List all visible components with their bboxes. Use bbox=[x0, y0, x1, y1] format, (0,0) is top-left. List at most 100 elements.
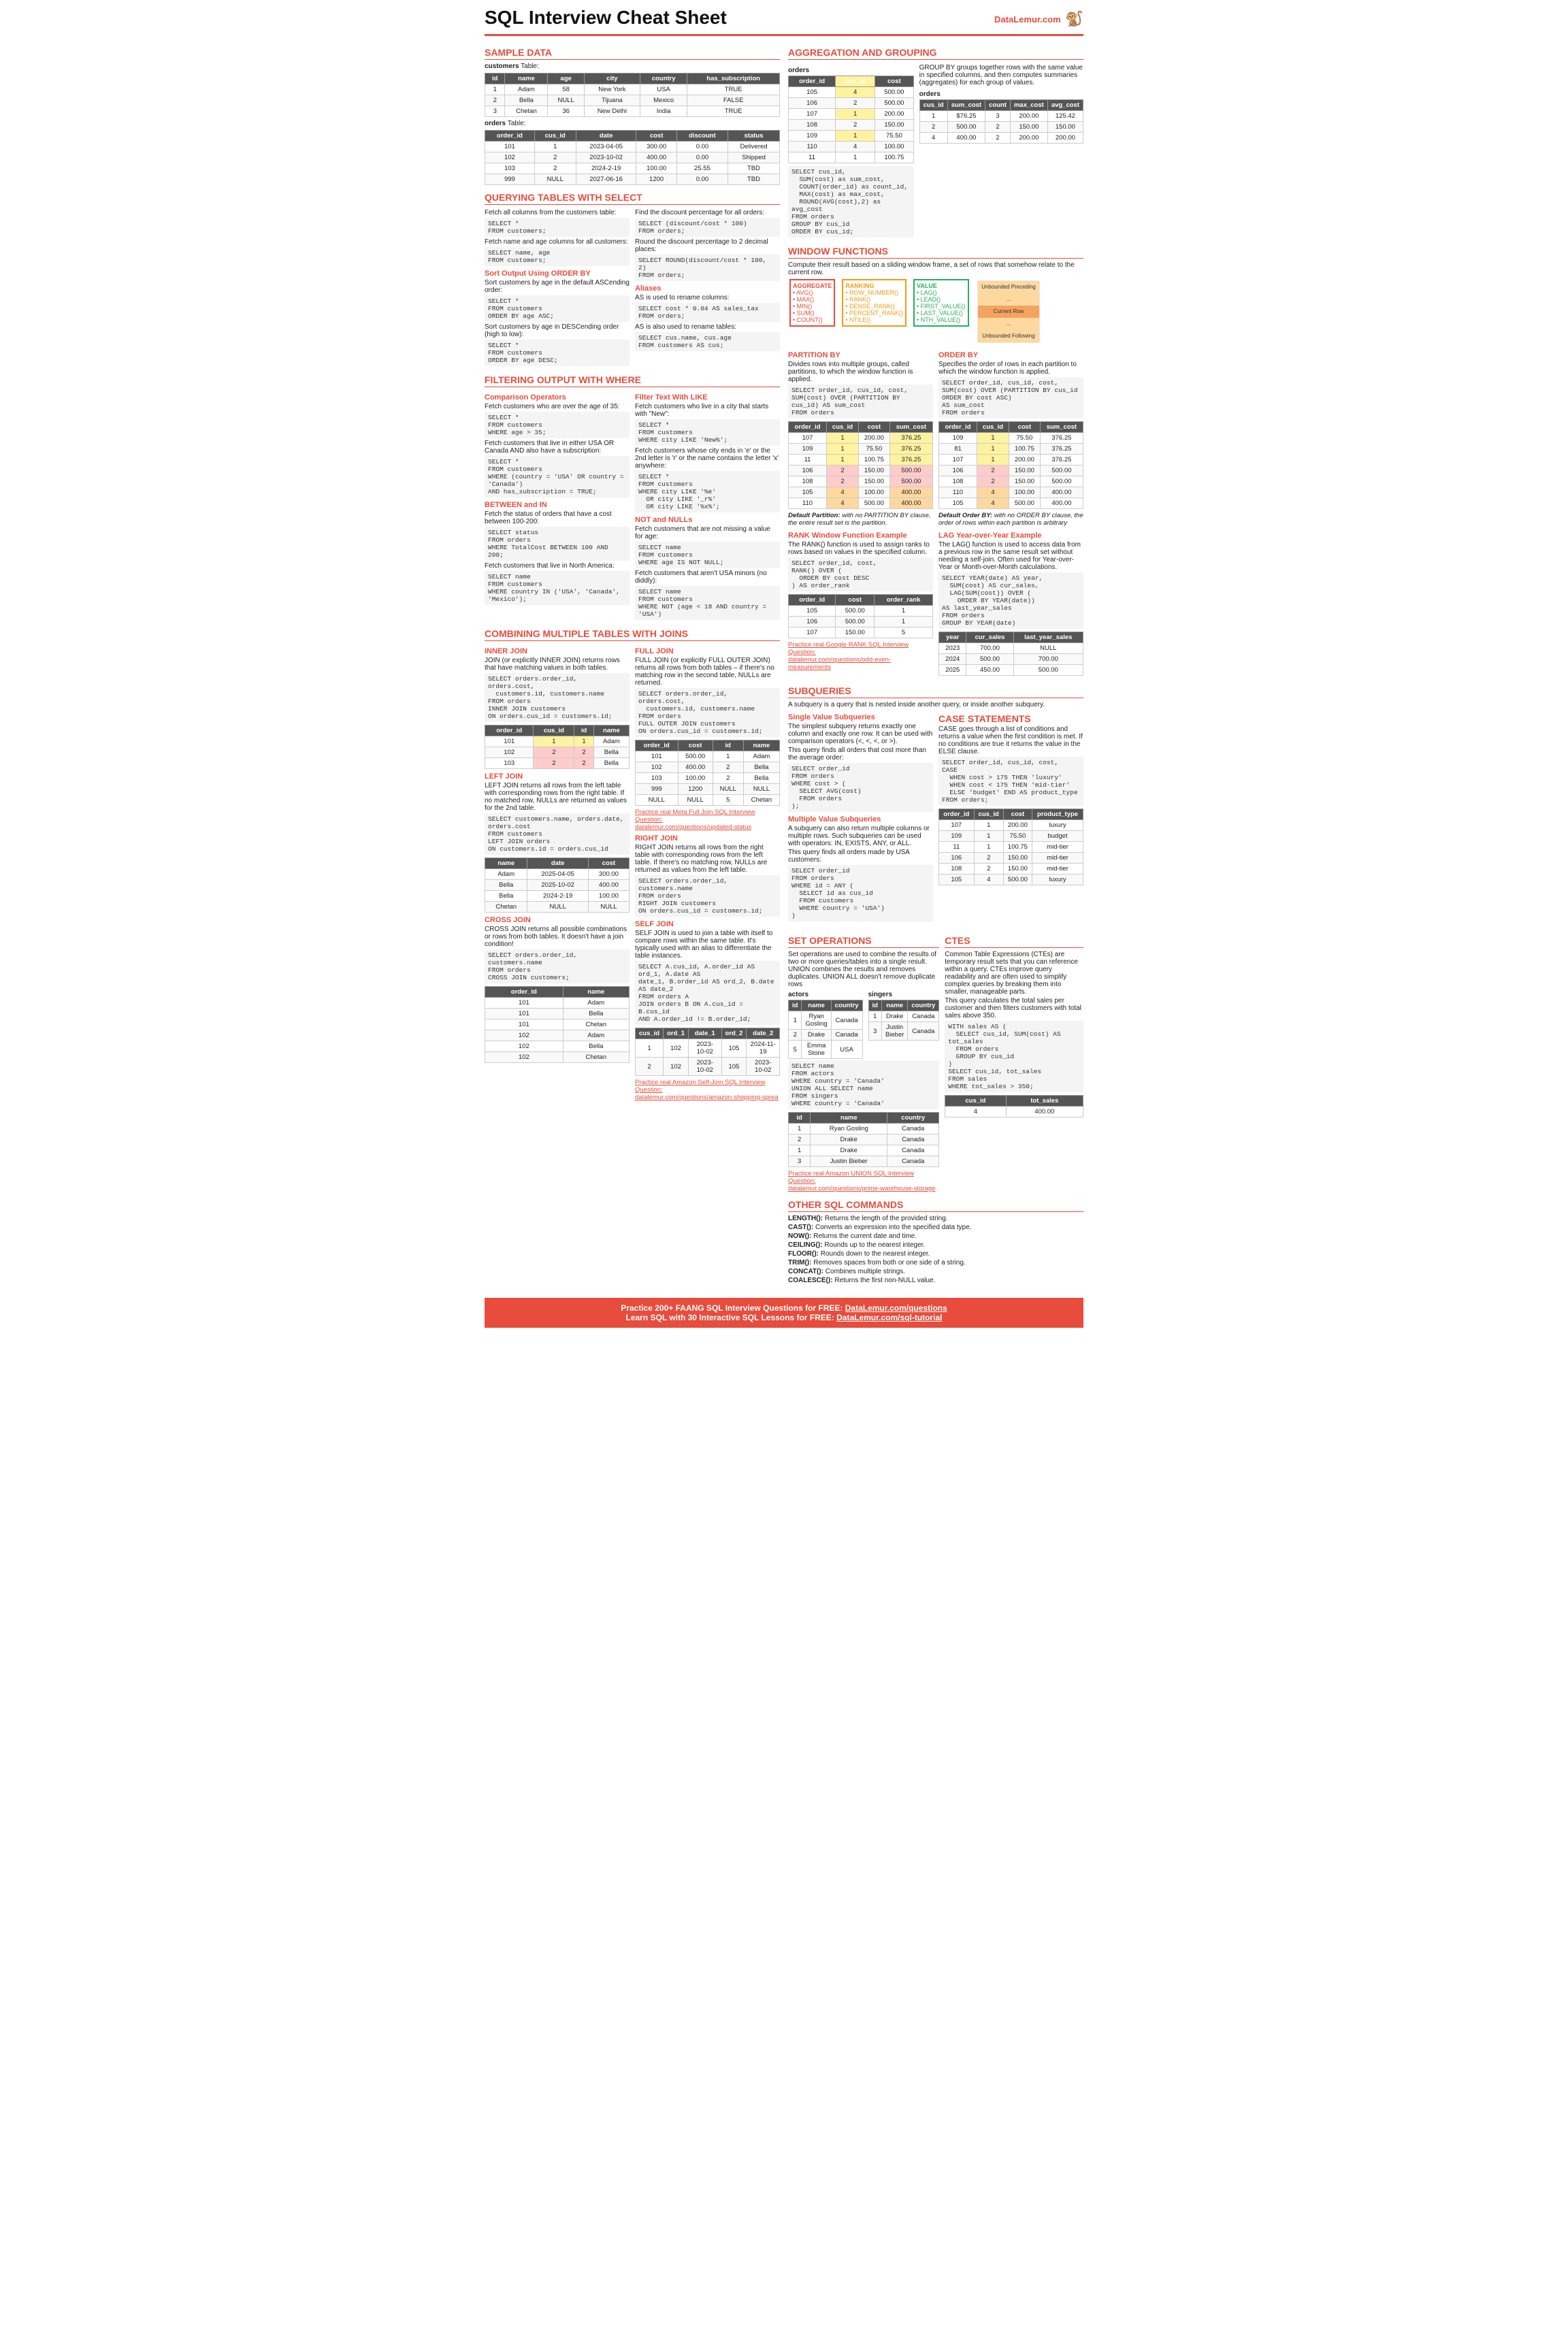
left-join-title: LEFT JOIN bbox=[485, 772, 630, 781]
monkey-icon: 🐒 bbox=[1065, 10, 1083, 28]
table-row: 109175.50376.25 bbox=[789, 444, 933, 455]
usa-canada-label: Fetch customers that live in either USA … bbox=[485, 440, 630, 455]
window-section: WINDOW FUNCTIONS Compute their result ba… bbox=[788, 246, 1083, 679]
table-row: 21022023-10-021052023-10-02 bbox=[636, 1058, 780, 1076]
table-row: 1071200.00376.25 bbox=[939, 455, 1083, 466]
lag-example-code: SELECT YEAR(date) AS year, SUM(cost) AS … bbox=[938, 572, 1083, 629]
table-row: 1054500.00luxury bbox=[939, 875, 1083, 885]
inner-join-result: order_idcus_ididname 10111Adam 10222Bell… bbox=[485, 725, 630, 769]
subqueries-right: CASE STATEMENTS CASE goes through a list… bbox=[938, 710, 1083, 923]
union-result-table: idnamecountry 1Ryan GoslingCanada 2Drake… bbox=[788, 1112, 939, 1167]
actors-label: actors bbox=[788, 991, 863, 998]
querying-section: QUERYING TABLES WITH SELECT Fetch all co… bbox=[485, 192, 780, 368]
table-row: 3Justin BieberCanada bbox=[868, 1022, 939, 1041]
table-row: 4400.00 bbox=[945, 1107, 1083, 1117]
inner-join-title: INNER JOIN bbox=[485, 647, 630, 655]
subqueries-section: SUBQUERIES A subquery is a query that is… bbox=[788, 685, 1083, 923]
order-by-window-code: SELECT order_id, cus_id, cost, SUM(cost)… bbox=[938, 377, 1083, 419]
table-row: 107150.005 bbox=[789, 627, 933, 638]
footer-line1: Practice 200+ FAANG SQL Interview Questi… bbox=[490, 1303, 1078, 1313]
coalesce-desc: COALESCE(): Returns the first non-NULL v… bbox=[788, 1277, 1083, 1284]
inner-join-table: order_idcus_ididname 10111Adam 10222Bell… bbox=[485, 725, 630, 769]
table-row: 1082150.00500.00 bbox=[939, 476, 1083, 487]
table-row: 111100.75mid-tier bbox=[939, 842, 1083, 853]
page-header: SQL Interview Cheat Sheet DataLemur.com … bbox=[485, 7, 1083, 36]
rank-example-table: order_idcostorder_rank 105500.001 106500… bbox=[788, 594, 933, 638]
table-row: Bella2025-10-02400.00 bbox=[485, 880, 630, 891]
table-row: 109175.50376.25 bbox=[939, 433, 1083, 444]
table-row: 5Emma StoneUSA bbox=[789, 1041, 863, 1059]
set-ops-section: SET OPERATIONS Set operations are used t… bbox=[788, 930, 939, 1194]
window-diagram: Unbounded Preceding ... Current Row ... … bbox=[975, 278, 1083, 348]
discount-label: Find the discount percentage for all ord… bbox=[635, 209, 780, 216]
cross-join-title: CROSS JOIN bbox=[485, 916, 630, 924]
filtering-content: Comparison Operators Fetch customers who… bbox=[485, 390, 780, 621]
table-row: Bella2024-2-19100.00 bbox=[485, 891, 630, 902]
cross-join-result: order_idname 101Adam 101Bella 101Chetan … bbox=[485, 986, 630, 1063]
footer-link1[interactable]: DataLemur.com/questions bbox=[845, 1303, 947, 1313]
full-join-practice-link[interactable]: Practice real Meta Full Join SQL Intervi… bbox=[635, 808, 780, 831]
group-by-result-wrapper: orders cus_idsum_costcountmax_costavg_co… bbox=[919, 89, 1083, 144]
full-join-desc: FULL JOIN (or explicitly FULL OUTER JOIN… bbox=[635, 657, 780, 687]
rank-example-title: RANK Window Function Example bbox=[788, 532, 933, 540]
ctes-result-wrapper: cus_idtot_sales 4400.00 bbox=[945, 1095, 1083, 1117]
col-country: country bbox=[640, 74, 687, 84]
table-row: 1062500.00 bbox=[789, 98, 914, 109]
aggregation-right: GROUP BY groups together rows with the s… bbox=[919, 63, 1083, 239]
left-join-desc: LEFT JOIN returns all rows from the left… bbox=[485, 782, 630, 812]
singers-table: idnamecountry 1DrakeCanada 3Justin Biebe… bbox=[868, 1000, 940, 1041]
logo-text[interactable]: DataLemur.com bbox=[994, 14, 1061, 24]
single-value-desc: The simplest subquery returns exactly on… bbox=[788, 723, 933, 745]
lag-example-title: LAG Year-over-Year Example bbox=[938, 532, 1083, 540]
case-code: SELECT order_id, cus_id, cost, CASE WHEN… bbox=[938, 757, 1083, 806]
window-svg: Unbounded Preceding ... Current Row ... … bbox=[975, 278, 1043, 346]
groupby-desc: GROUP BY groups together rows with the s… bbox=[919, 64, 1083, 86]
table-row: 1104500.00400.00 bbox=[789, 498, 933, 509]
querying-left: Fetch all columns from the customers tab… bbox=[485, 208, 630, 368]
footer-link2[interactable]: DataLemur.com/sql-tutorial bbox=[836, 1313, 942, 1322]
table-row: 111100.75376.25 bbox=[789, 455, 933, 466]
table-row: 111100.75 bbox=[789, 152, 914, 163]
window-partition-order: PARTITION BY Divides rows into multiple … bbox=[788, 348, 1083, 528]
table-row: 811100.75376.25 bbox=[939, 444, 1083, 455]
orders-result-label: orders bbox=[919, 91, 1083, 98]
table-row: 105500.001 bbox=[789, 606, 933, 617]
rank-example-result: order_idcostorder_rank 105500.001 106500… bbox=[788, 594, 933, 638]
table-row: 10111Adam bbox=[485, 736, 630, 747]
right-join-desc: RIGHT JOIN returns all rows from the rig… bbox=[635, 844, 780, 874]
col-subscription: has_subscription bbox=[687, 74, 780, 84]
table-row: 109175.50 bbox=[789, 131, 914, 142]
main-layout: SAMPLE DATA customers Table: id name age… bbox=[485, 42, 1083, 1291]
col-id: id bbox=[485, 74, 505, 84]
lag-example-table: yearcur_saleslast_year_sales 2023700.00N… bbox=[938, 632, 1083, 676]
table-row: 3Chetan36New DelhiIndiaTRUE bbox=[485, 106, 780, 117]
svg-text:...: ... bbox=[1006, 296, 1011, 302]
table-row: 1071200.00 bbox=[789, 109, 914, 120]
multi-value-desc: A subquery can also return multiple colu… bbox=[788, 825, 933, 847]
window-title: WINDOW FUNCTIONS bbox=[788, 246, 1083, 259]
joins-section: COMBINING MULTIPLE TABLES WITH JOINS INN… bbox=[485, 628, 780, 1102]
union-practice-link[interactable]: Practice real Amazon UNION SQL Interview… bbox=[788, 1170, 939, 1192]
table-row: 1071200.00luxury bbox=[939, 820, 1083, 831]
concat-desc: CONCAT(): Combines multiple strings. bbox=[788, 1268, 1083, 1275]
length-desc: LENGTH(): Returns the length of the prov… bbox=[788, 1215, 1083, 1222]
table-row: 1082150.00500.00 bbox=[789, 476, 933, 487]
over-35-label: Fetch customers who are over the age of … bbox=[485, 403, 630, 410]
customers-table-label: customers Table: bbox=[485, 63, 780, 70]
table-row: 999NULL2027-06-1612000.00TBD bbox=[485, 174, 780, 185]
table-row: 101Chetan bbox=[485, 1019, 630, 1030]
table-row: 2DrakeCanada bbox=[789, 1134, 939, 1145]
subqueries-desc: A subquery is a query that is nested ins… bbox=[788, 701, 1083, 708]
order-by-window-section: ORDER BY Specifies the order of rows in … bbox=[938, 348, 1083, 528]
table-row: ChetanNULLNULL bbox=[485, 902, 630, 913]
union-result-wrapper: idnamecountry 1Ryan GoslingCanada 2Drake… bbox=[788, 1112, 939, 1167]
rank-practice-link[interactable]: Practice real Google RANK SQL Interview … bbox=[788, 641, 933, 671]
ctes-example-desc: This query calculates the total sales pe… bbox=[945, 997, 1083, 1019]
table-row: 10222023-10-02400.000.00Shipped bbox=[485, 152, 780, 163]
fetch-name-code: SELECT name, age FROM customers; bbox=[485, 247, 630, 266]
single-value-title: Single Value Subqueries bbox=[788, 713, 933, 721]
self-join-practice-link[interactable]: Practice real Amazon Self-Join SQL Inter… bbox=[635, 1079, 780, 1101]
like-title: Filter Text With LIKE bbox=[635, 393, 780, 402]
value-box: VALUE • LAG() • LEAD() • FIRST_VALUE() •… bbox=[913, 279, 969, 327]
aggregation-left: orders order_idcus_idcost 1054500.00 106… bbox=[788, 63, 914, 239]
